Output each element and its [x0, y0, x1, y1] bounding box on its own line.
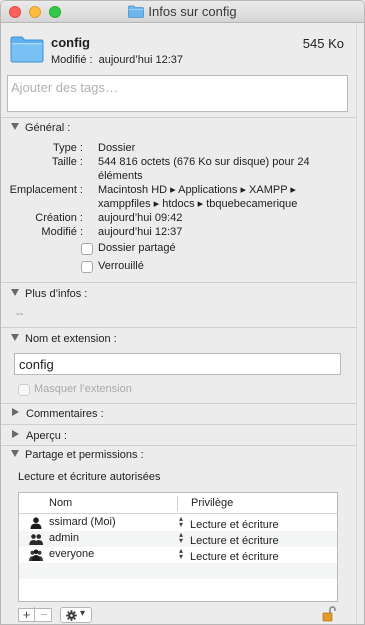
- user-name: admin: [49, 532, 79, 544]
- section-more-info-title: Plus d’infos :: [25, 288, 88, 300]
- shared-folder-label: Dossier partagé: [98, 242, 176, 254]
- disclosure-collapsed-icon: [12, 408, 19, 416]
- column-header-name[interactable]: Nom: [49, 497, 72, 509]
- section-sharing-title: Partage et permissions :: [25, 449, 144, 461]
- info-window: Infos sur config config 545 Ko Modifié :…: [0, 0, 365, 625]
- info-value: Dossier: [98, 142, 136, 154]
- section-more-info-header[interactable]: Plus d’infos :: [11, 288, 87, 300]
- info-value: aujourd’hui 12:37: [98, 226, 183, 238]
- info-value: Macintosh HD ▸ Applications ▸ XAMPP ▸: [98, 184, 296, 196]
- section-name-ext-title: Nom et extension :: [25, 333, 117, 345]
- info-value-cont: éléments: [98, 170, 143, 182]
- add-user-button[interactable]: +: [19, 607, 35, 622]
- info-row-size: Taille : 544 816 octets (676 Ko sur disq…: [1, 155, 356, 183]
- title-bar[interactable]: Infos sur config: [1, 1, 364, 23]
- shared-folder-checkbox[interactable]: [81, 243, 93, 255]
- table-row[interactable]: ssimard (Moi) ▴ ▾ Lecture et écriture: [19, 515, 337, 531]
- everyone-icon: [29, 549, 43, 561]
- user-name: everyone: [49, 548, 95, 560]
- table-row[interactable]: everyone ▴ ▾ Lecture et écriture: [19, 547, 337, 563]
- divider: [1, 403, 356, 404]
- locked-checkbox[interactable]: [81, 261, 93, 273]
- divider: [1, 282, 356, 283]
- info-value-cont: xamppfiles ▸ htdocs ▸ tbquebecamerique: [98, 198, 298, 210]
- section-preview-title: Aperçu :: [26, 430, 67, 442]
- remove-user-button[interactable]: −: [36, 607, 52, 622]
- modified-line: Modifié : aujourd’hui 12:37: [51, 54, 189, 66]
- chevron-down-icon: ▾: [80, 608, 86, 619]
- info-row-location: Emplacement : Macintosh HD ▸ Application…: [1, 183, 356, 211]
- disclosure-expanded-icon: [11, 334, 19, 341]
- updown-arrows-icon: ▴ ▾: [179, 514, 184, 529]
- add-remove-group: + −: [18, 607, 52, 622]
- divider: [1, 117, 356, 118]
- locked-label: Verrouillé: [98, 260, 144, 272]
- info-key: Création :: [35, 212, 83, 224]
- section-name-ext-header[interactable]: Nom et extension :: [11, 333, 117, 345]
- gear-icon: [66, 610, 77, 621]
- info-row-modified: Modifié : aujourd’hui 12:37: [1, 225, 356, 239]
- section-comments-title: Commentaires :: [26, 408, 104, 420]
- file-size: 545 Ko: [302, 36, 344, 51]
- sharing-status: Lecture et écriture autorisées: [18, 471, 161, 483]
- table-row[interactable]: admin ▴ ▾ Lecture et écriture: [19, 531, 337, 547]
- folder-large-icon: [10, 36, 44, 63]
- scroll-gutter: [356, 23, 357, 624]
- info-key: Type :: [53, 142, 83, 154]
- section-preview-header[interactable]: Aperçu :: [11, 430, 67, 442]
- privilege-select[interactable]: ▴ ▾ Lecture et écriture: [179, 514, 279, 532]
- disclosure-expanded-icon: [11, 289, 19, 296]
- folder-icon: [128, 5, 145, 18]
- privilege-value: Lecture et écriture: [190, 535, 279, 547]
- group-icon: [29, 534, 43, 545]
- window-title-wrap: Infos sur config: [1, 4, 364, 19]
- info-value: aujourd’hui 09:42: [98, 212, 183, 224]
- info-key: Modifié :: [41, 226, 83, 238]
- modified-label: Modifié :: [51, 54, 93, 66]
- privilege-value: Lecture et écriture: [190, 519, 279, 531]
- permissions-table: Nom Privilège ssimard (Moi) ▴ ▾ Lecture et…: [18, 492, 338, 602]
- single-user-icon: [30, 517, 42, 529]
- table-header: Nom Privilège: [19, 493, 337, 514]
- section-sharing-header[interactable]: Partage et permissions :: [11, 449, 144, 461]
- more-info-value: --: [16, 308, 24, 320]
- table-row-empty: [19, 579, 337, 595]
- info-row-type: Type : Dossier: [1, 141, 356, 155]
- updown-arrows-icon: ▴ ▾: [179, 546, 184, 561]
- unlocked-padlock-icon[interactable]: [322, 606, 336, 622]
- info-row-created: Création : aujourd’hui 09:42: [1, 211, 356, 225]
- disclosure-collapsed-icon: [12, 430, 19, 438]
- column-separator: [177, 496, 178, 511]
- divider: [1, 327, 356, 328]
- window-title: Infos sur config: [148, 4, 237, 19]
- privilege-select[interactable]: ▴ ▾ Lecture et écriture: [179, 546, 279, 564]
- updown-arrows-icon: ▴ ▾: [179, 530, 184, 545]
- privilege-value: Lecture et écriture: [190, 551, 279, 563]
- info-key: Taille :: [51, 156, 83, 168]
- divider: [1, 445, 356, 446]
- section-general-title: Général :: [25, 122, 71, 134]
- disclosure-expanded-icon: [11, 450, 19, 457]
- privilege-select[interactable]: ▴ ▾ Lecture et écriture: [179, 530, 279, 548]
- modified-value: aujourd’hui 12:37: [98, 54, 183, 66]
- tags-field[interactable]: Ajouter des tags…: [7, 75, 348, 112]
- hide-extension-checkbox[interactable]: [18, 384, 30, 396]
- hide-extension-label: Masquer l’extension: [34, 383, 132, 395]
- column-header-privilege[interactable]: Privilège: [191, 497, 233, 509]
- action-menu-button[interactable]: ▾: [60, 607, 92, 623]
- section-general-header[interactable]: Général :: [11, 122, 70, 134]
- divider: [1, 424, 356, 425]
- disclosure-expanded-icon: [11, 123, 19, 130]
- user-name: ssimard (Moi): [49, 516, 116, 528]
- section-comments-header[interactable]: Commentaires :: [11, 408, 104, 420]
- info-value: 544 816 octets (676 Ko sur disque) pour …: [98, 156, 310, 168]
- file-name: config: [51, 35, 90, 50]
- name-field[interactable]: config: [14, 353, 341, 375]
- table-row-empty: [19, 563, 337, 579]
- info-key: Emplacement :: [9, 184, 83, 196]
